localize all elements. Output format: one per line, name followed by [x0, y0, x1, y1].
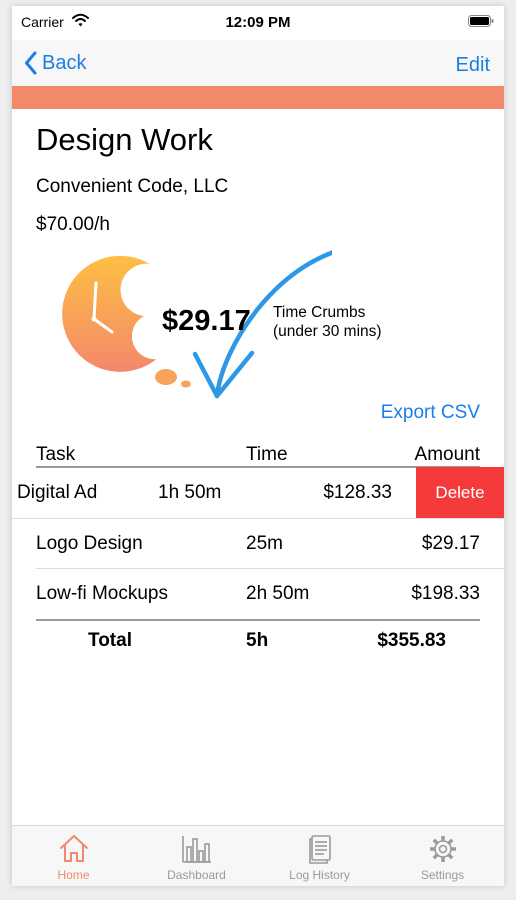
- crumb-dots: [155, 369, 191, 388]
- navigation-bar: Back Edit: [12, 40, 504, 86]
- tab-label: Dashboard: [167, 868, 226, 882]
- row-time: 25m: [246, 533, 283, 554]
- tab-dashboard[interactable]: Dashboard: [135, 826, 258, 886]
- tab-label: Home: [57, 868, 90, 882]
- time-crumbs-label: Time Crumbs (under 30 mins): [273, 303, 382, 341]
- tab-label: Settings: [420, 868, 465, 882]
- edit-button[interactable]: Edit: [456, 54, 490, 77]
- row-amount: $29.17: [421, 533, 480, 554]
- document-icon: [309, 835, 331, 864]
- table-header: Task Time Amount: [36, 444, 480, 466]
- tab-label: Log History: [289, 868, 350, 882]
- back-button[interactable]: Back: [24, 47, 86, 79]
- row-task: Low-fi Mockups: [36, 583, 168, 604]
- row-amount: $128.33: [323, 482, 392, 503]
- back-label: Back: [42, 51, 87, 74]
- export-csv-button[interactable]: Export CSV: [381, 402, 480, 424]
- total-label: Total: [88, 630, 132, 651]
- row-time: 1h 50m: [158, 482, 222, 503]
- time-crumbs-subtitle: (under 30 mins): [273, 323, 382, 340]
- bar-chart-icon: [182, 836, 211, 863]
- hourly-rate: $70.00/h: [36, 214, 110, 235]
- row-time: 2h 50m: [246, 583, 310, 604]
- tab-bar: Home Dashboard Log History Settings: [12, 825, 504, 886]
- column-header-amount: Amount: [414, 444, 480, 465]
- status-bar: Carrier 12:09 PM: [12, 6, 504, 40]
- project-color-bar: [12, 86, 504, 109]
- total-amount: $355.83: [377, 630, 446, 651]
- project-title: Design Work: [36, 122, 213, 157]
- app-screen: Carrier 12:09 PM Back Edit Design Work C…: [12, 6, 504, 886]
- delete-button[interactable]: Delete: [416, 467, 504, 518]
- total-row: Total 5h $355.83: [12, 620, 504, 660]
- tab-settings[interactable]: Settings: [381, 826, 504, 886]
- table-row[interactable]: Low-fi Mockups 2h 50m $198.33: [12, 569, 504, 619]
- row-task: Digital Ad: [17, 482, 98, 503]
- tab-home[interactable]: Home: [12, 826, 135, 886]
- clock-icon: [62, 255, 157, 372]
- gear-icon: [430, 836, 456, 862]
- row-amount: $198.33: [411, 583, 480, 604]
- chevron-left-icon: [25, 51, 37, 75]
- time-crumbs-title: Time Crumbs: [273, 304, 366, 321]
- battery-icon: [468, 15, 494, 27]
- time-crumbs-amount: $29.17: [162, 305, 251, 337]
- total-time: 5h: [246, 630, 269, 651]
- home-icon: [60, 835, 88, 862]
- column-header-time: Time: [246, 444, 288, 465]
- tab-log-history[interactable]: Log History: [258, 826, 381, 886]
- table-row[interactable]: Logo Design 25m $29.17: [12, 519, 504, 569]
- status-time: 12:09 PM: [225, 14, 291, 31]
- client-name: Convenient Code, LLC: [36, 176, 229, 197]
- column-header-task: Task: [36, 444, 76, 465]
- row-task: Logo Design: [36, 533, 143, 554]
